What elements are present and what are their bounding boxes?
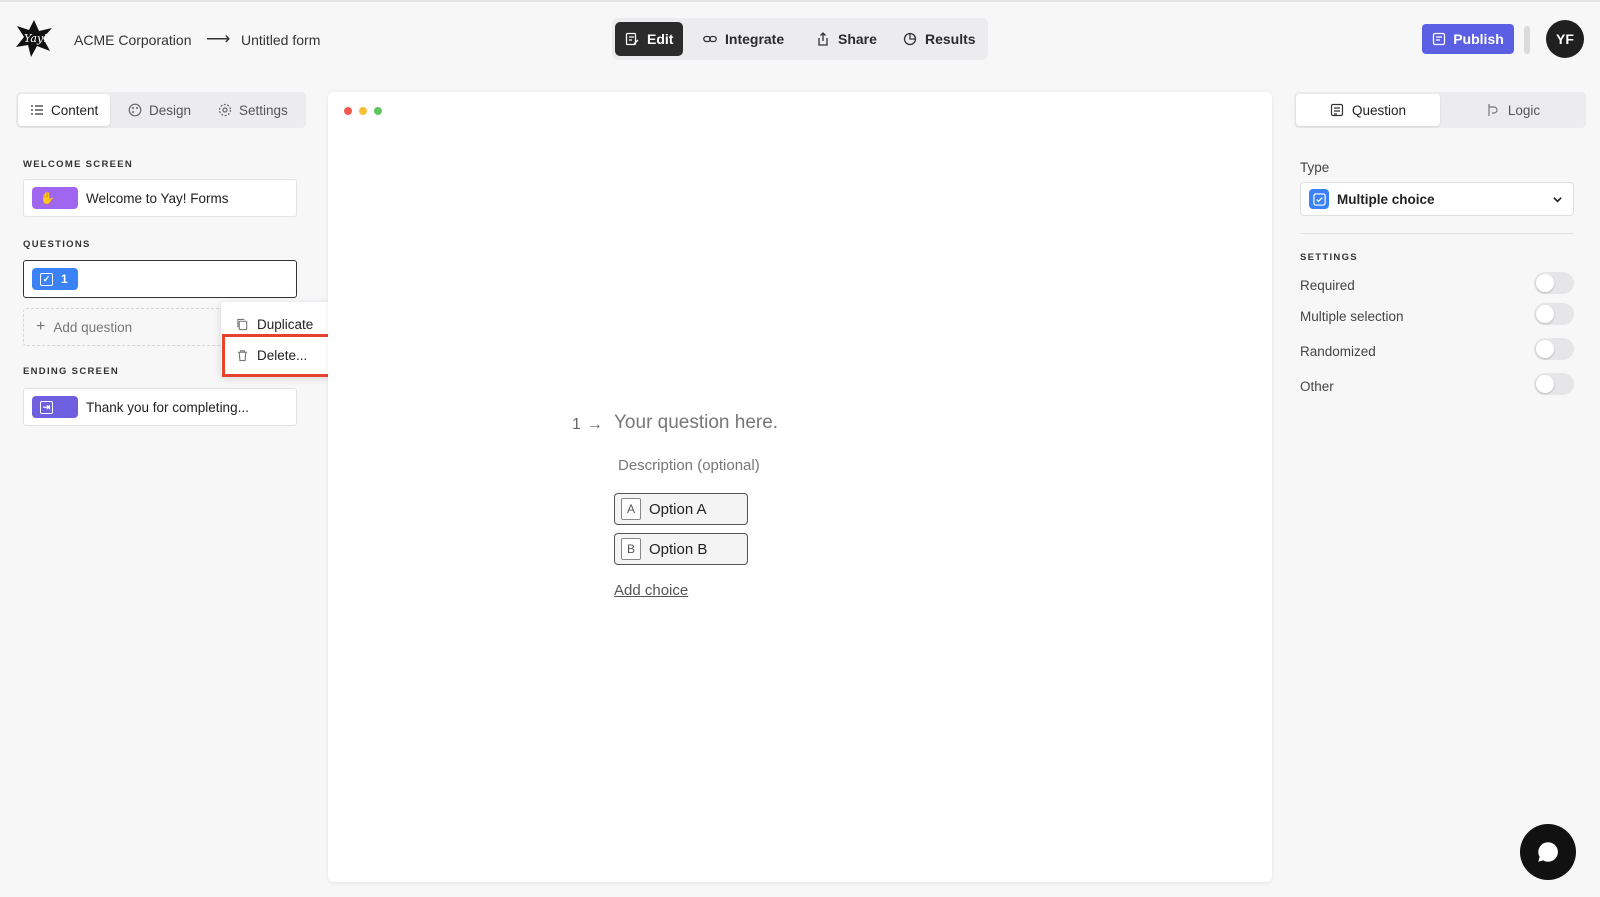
nav-share[interactable]: Share bbox=[806, 22, 887, 56]
checkbox-icon bbox=[1309, 189, 1329, 209]
required-toggle[interactable] bbox=[1534, 272, 1574, 294]
nav-results[interactable]: Results bbox=[893, 22, 986, 56]
tab-content-label: Content bbox=[51, 102, 99, 118]
yay-logo[interactable]: Yay! bbox=[14, 18, 54, 58]
welcome-screen-card[interactable]: ✋ Welcome to Yay! Forms bbox=[23, 179, 297, 217]
question-card-number: 1 bbox=[61, 272, 68, 286]
question-type-select[interactable]: Multiple choice bbox=[1300, 182, 1574, 216]
tab-design-label: Design bbox=[149, 102, 192, 118]
setting-randomized-label: Randomized bbox=[1300, 344, 1376, 359]
tab-logic[interactable]: Logic bbox=[1442, 94, 1584, 126]
breadcrumb-org[interactable]: ACME Corporation bbox=[74, 32, 192, 48]
nav-share-label: Share bbox=[838, 31, 877, 47]
add-choice-link[interactable]: Add choice bbox=[614, 582, 688, 599]
publish-label: Publish bbox=[1453, 31, 1504, 47]
question-title[interactable]: Your question here. bbox=[614, 412, 778, 434]
chevron-down-icon bbox=[1553, 196, 1562, 203]
welcome-section-title: WELCOME SCREEN bbox=[23, 159, 134, 170]
option-b-key: B bbox=[621, 538, 641, 560]
form-preview-canvas bbox=[328, 92, 1272, 882]
svg-text:Yay!: Yay! bbox=[24, 32, 48, 45]
randomized-toggle[interactable] bbox=[1534, 338, 1574, 360]
option-b[interactable]: B Option B bbox=[614, 533, 748, 565]
publish-button[interactable]: Publish bbox=[1422, 24, 1514, 54]
question-card[interactable]: ✓ 1 bbox=[23, 260, 297, 298]
nav-edit[interactable]: Edit bbox=[615, 22, 684, 56]
questions-section-title: QUESTIONS bbox=[23, 239, 91, 250]
tab-design[interactable]: Design bbox=[116, 94, 203, 126]
settings-section-title: SETTINGS bbox=[1300, 252, 1358, 263]
tab-content[interactable]: Content bbox=[18, 94, 111, 126]
ending-badge: ⇥ bbox=[32, 396, 78, 418]
share-icon bbox=[818, 32, 828, 46]
type-label: Type bbox=[1300, 160, 1330, 175]
nav-results-label: Results bbox=[925, 31, 976, 47]
breadcrumb-form-title[interactable]: Untitled form bbox=[241, 32, 320, 48]
ending-section-title: ENDING SCREEN bbox=[23, 366, 120, 377]
breadcrumb-arrow: ⟶ bbox=[206, 29, 231, 48]
exit-icon: ⇥ bbox=[40, 400, 53, 414]
option-a[interactable]: A Option A bbox=[614, 493, 748, 525]
question-badge: ✓ 1 bbox=[32, 268, 78, 290]
tab-logic-label: Logic bbox=[1507, 102, 1541, 118]
ending-screen-card[interactable]: ⇥ Thank you for completing... bbox=[23, 388, 297, 426]
welcome-badge: ✋ bbox=[32, 187, 78, 209]
option-a-key: A bbox=[621, 498, 641, 520]
tab-settings-label: Settings bbox=[239, 102, 288, 118]
add-question-label: Add question bbox=[53, 319, 133, 335]
setting-required-label: Required bbox=[1300, 278, 1355, 293]
multiple-selection-toggle[interactable] bbox=[1534, 303, 1574, 325]
question-description[interactable]: Description (optional) bbox=[618, 457, 760, 474]
duplicate-label: Duplicate bbox=[257, 316, 314, 332]
gear-icon bbox=[218, 103, 232, 117]
hand-icon: ✋ bbox=[40, 191, 55, 205]
chart-icon bbox=[903, 32, 917, 46]
plus-icon: + bbox=[36, 318, 46, 335]
option-b-label: Option B bbox=[649, 540, 708, 558]
other-toggle[interactable] bbox=[1534, 373, 1574, 395]
window-dot-red bbox=[344, 107, 352, 115]
settings-divider bbox=[1300, 233, 1574, 234]
publish-icon bbox=[1433, 32, 1446, 46]
nav-integrate[interactable]: Integrate bbox=[693, 22, 794, 56]
edit-icon bbox=[625, 32, 639, 46]
tab-question[interactable]: Question bbox=[1296, 94, 1440, 126]
question-icon bbox=[1330, 103, 1344, 117]
question-arrow: → bbox=[586, 416, 603, 433]
question-number-value: 1 bbox=[572, 416, 581, 433]
duplicate-menu-item[interactable]: Duplicate bbox=[236, 313, 313, 335]
question-type-value: Multiple choice bbox=[1337, 191, 1435, 207]
header-divider bbox=[1524, 26, 1530, 54]
setting-multiple-label: Multiple selection bbox=[1300, 309, 1404, 324]
ending-card-label: Thank you for completing... bbox=[86, 399, 249, 415]
list-icon bbox=[31, 105, 43, 115]
chat-button[interactable] bbox=[1520, 824, 1576, 880]
setting-other-label: Other bbox=[1300, 379, 1334, 394]
checkbox-icon: ✓ bbox=[40, 272, 53, 286]
duplicate-icon bbox=[237, 318, 248, 330]
avatar[interactable]: YF bbox=[1546, 20, 1584, 58]
tab-settings[interactable]: Settings bbox=[206, 94, 300, 126]
window-dot-green bbox=[374, 107, 382, 115]
palette-icon bbox=[128, 103, 142, 117]
link-icon bbox=[703, 35, 717, 43]
tab-question-label: Question bbox=[1351, 102, 1407, 118]
logic-icon bbox=[1488, 104, 1498, 116]
option-a-label: Option A bbox=[649, 500, 707, 518]
window-dot-yellow bbox=[359, 107, 367, 115]
add-question-button[interactable]: + Add question bbox=[23, 308, 223, 346]
welcome-card-label: Welcome to Yay! Forms bbox=[86, 190, 229, 206]
nav-edit-label: Edit bbox=[647, 31, 674, 47]
nav-integrate-label: Integrate bbox=[725, 31, 785, 47]
question-number: 1 → bbox=[572, 416, 603, 434]
chat-bubble-icon bbox=[1538, 842, 1558, 862]
